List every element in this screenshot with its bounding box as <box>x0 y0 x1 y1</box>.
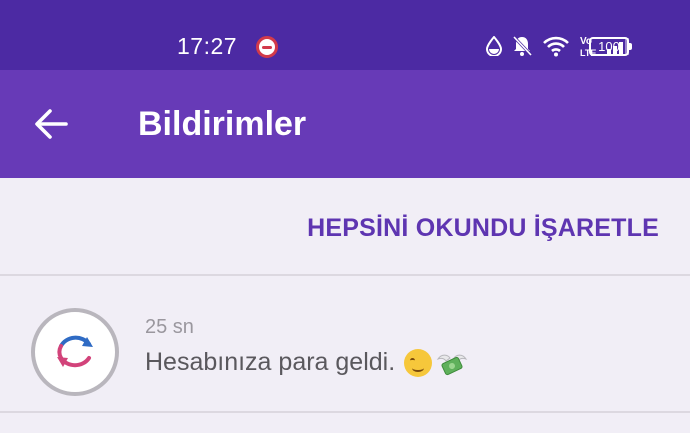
mark-all-read-button[interactable]: HEPSİNİ OKUNDU İŞARETLE <box>307 214 659 243</box>
money-with-wings-icon <box>436 354 468 375</box>
notification-time: 25 sn <box>145 316 194 338</box>
app-bar: Bildirimler <box>0 70 690 178</box>
page-title: Bildirimler <box>138 105 307 143</box>
wifi-icon <box>543 36 569 57</box>
battery-indicator: 100 <box>589 37 632 56</box>
notification-app-icon <box>256 36 278 58</box>
bell-muted-icon <box>512 35 532 57</box>
avatar <box>31 308 119 396</box>
back-button[interactable] <box>30 103 72 145</box>
exchange-logo-icon <box>57 335 93 368</box>
notification-message: Hesabınıza para geldi. <box>145 348 468 377</box>
water-drop-icon <box>486 36 502 56</box>
notification-text: Hesabınıza para geldi. <box>145 348 396 376</box>
status-bar: 17:27 Vo LTE 100 <box>0 0 690 70</box>
arrow-left-icon <box>35 109 68 139</box>
smiling-face-icon <box>404 348 433 377</box>
notification-item[interactable]: 25 sn Hesabınıza para geldi. <box>0 276 690 413</box>
mark-all-row: HEPSİNİ OKUNDU İŞARETLE <box>0 178 690 276</box>
status-time: 17:27 <box>177 33 238 59</box>
